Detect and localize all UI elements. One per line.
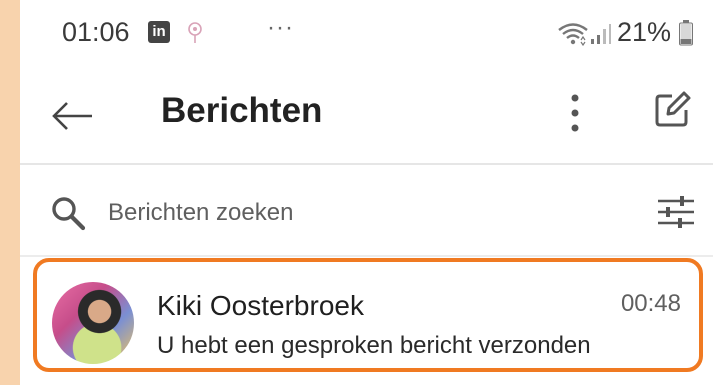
more-vertical-icon[interactable] xyxy=(564,90,586,140)
status-time: 01:06 xyxy=(62,17,130,47)
signal-icon xyxy=(591,24,611,44)
compose-icon[interactable] xyxy=(652,90,692,130)
flower-icon xyxy=(188,22,202,43)
back-arrow-icon[interactable] xyxy=(50,96,94,136)
message-timestamp: 00:48 xyxy=(620,290,681,317)
filter-sliders-icon[interactable] xyxy=(656,195,696,229)
search-icon xyxy=(52,197,86,231)
message-preview: U hebt een gesproken bericht verzonden xyxy=(157,332,591,359)
search-input[interactable]: Berichten zoeken xyxy=(108,199,293,227)
contact-name: Kiki Oosterbroek xyxy=(157,290,364,321)
page-title: Berichten xyxy=(161,91,323,130)
status-bar: 01:06 in ··· 21% xyxy=(20,0,713,68)
avatar[interactable] xyxy=(52,282,134,364)
search-bar[interactable]: Berichten zoeken xyxy=(20,165,713,257)
app-header: Berichten xyxy=(20,68,713,165)
phone-screen: 01:06 in ··· 21% Berichten Berichten zoe… xyxy=(20,0,713,385)
battery-icon xyxy=(679,20,693,46)
overflow-dots: ··· xyxy=(267,14,294,41)
battery-percentage: 21% xyxy=(617,17,672,47)
conversation-item[interactable]: Kiki Oosterbroek 00:48 U hebt een gespro… xyxy=(33,258,703,372)
linkedin-icon: in xyxy=(148,21,170,43)
wifi-icon xyxy=(558,23,588,46)
